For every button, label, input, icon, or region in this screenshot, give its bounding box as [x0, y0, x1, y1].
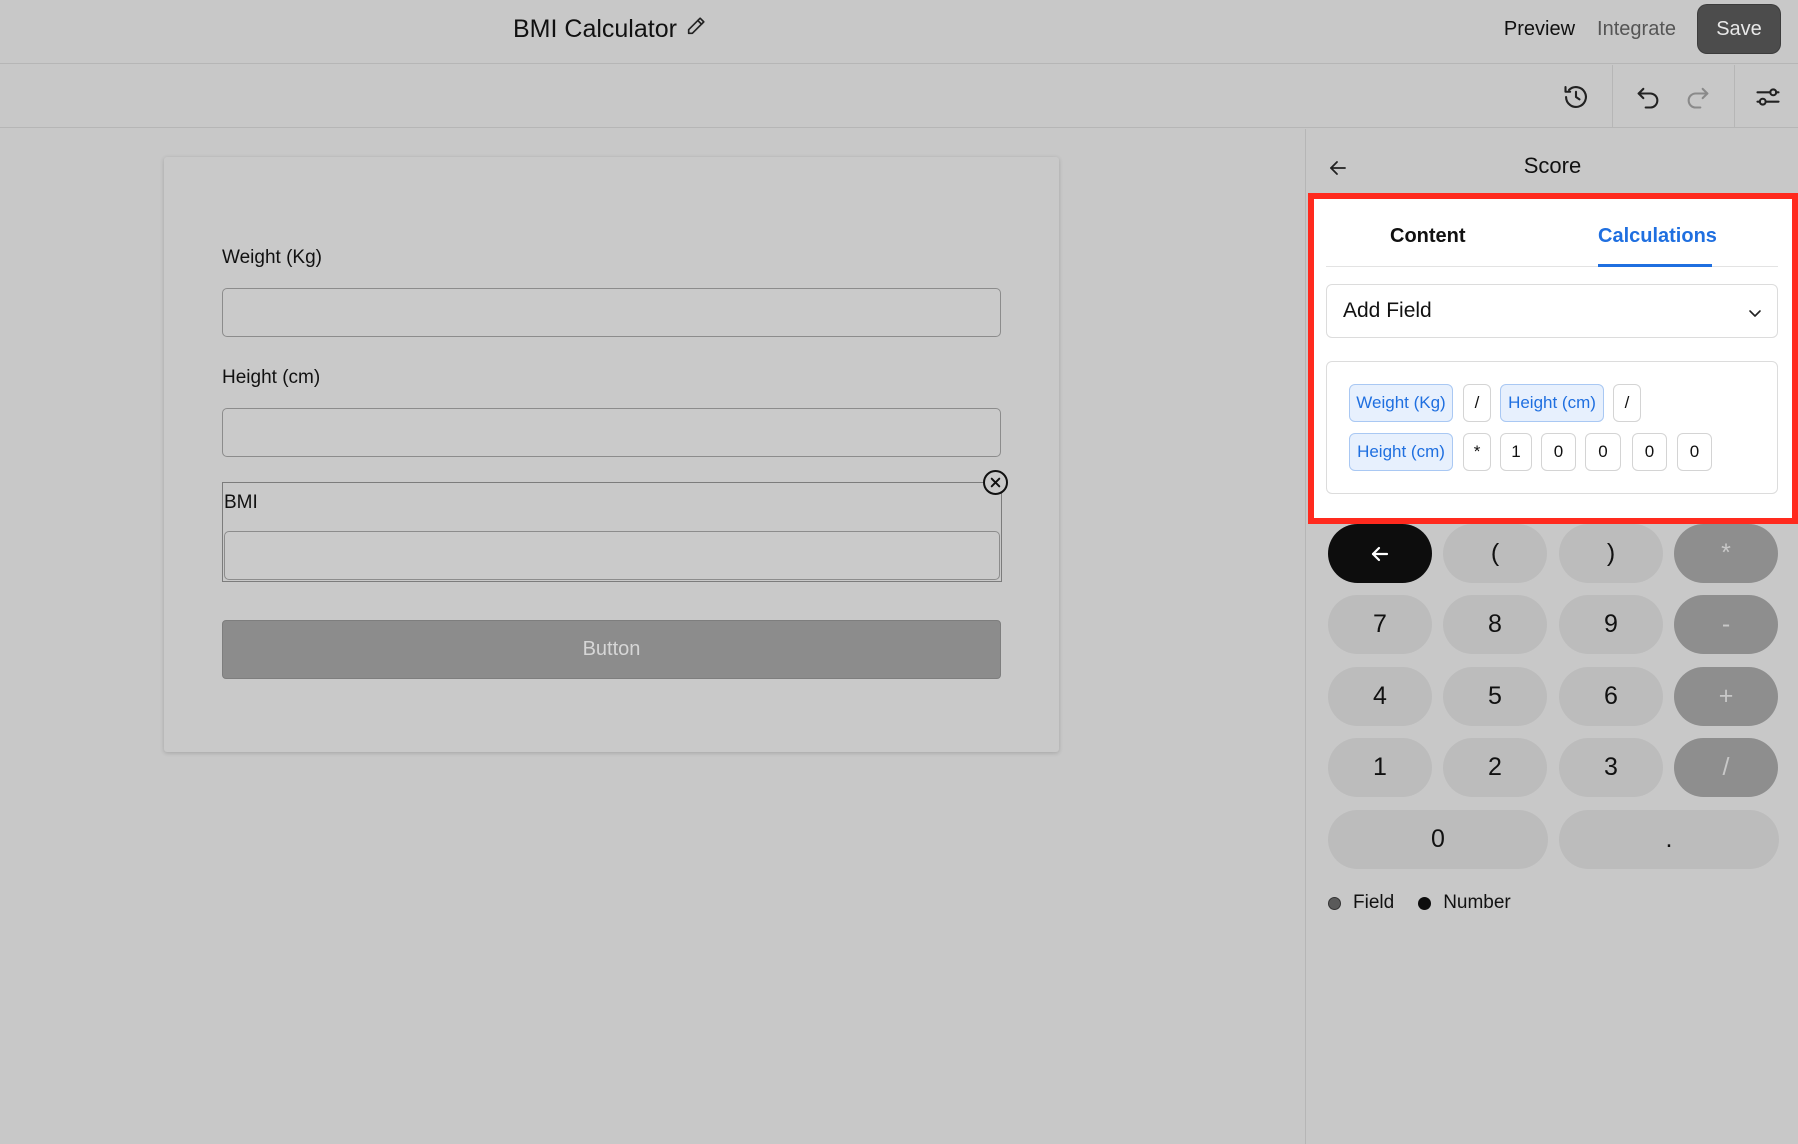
key-minus[interactable]: - [1674, 595, 1778, 654]
weight-field-label: Weight (Kg) [222, 247, 322, 268]
calculations-highlight-box: Content Calculations Add Field Weight (K… [1308, 193, 1798, 524]
formula-token-field[interactable]: Weight (Kg) [1349, 384, 1453, 422]
panel-tabs: Content Calculations [1326, 199, 1778, 267]
bmi-field-selected[interactable]: BMI [222, 482, 1002, 582]
remove-field-icon[interactable] [983, 470, 1008, 495]
top-bar: BMI Calculator Preview Integrate Save [0, 0, 1798, 64]
formula-token-number[interactable]: 0 [1677, 433, 1712, 471]
height-input[interactable] [222, 408, 1001, 457]
form-preview-card: Weight (Kg) Height (cm) BMI Button [164, 157, 1059, 752]
tab-calculations[interactable]: Calculations [1598, 225, 1717, 248]
redo-icon[interactable] [1678, 77, 1718, 117]
settings-sliders-icon[interactable] [1748, 77, 1788, 117]
key-multiply[interactable]: * [1674, 524, 1778, 583]
integrate-link[interactable]: Integrate [1597, 18, 1676, 41]
key-5[interactable]: 5 [1443, 667, 1547, 726]
key-2[interactable]: 2 [1443, 738, 1547, 797]
legend-field-label: Field [1353, 892, 1395, 913]
document-title-text: BMI Calculator [513, 14, 677, 43]
form-submit-button[interactable]: Button [222, 620, 1001, 679]
document-title[interactable]: BMI Calculator [513, 12, 707, 46]
number-dot-icon [1418, 896, 1432, 910]
formula-token-field[interactable]: Height (cm) [1500, 384, 1604, 422]
key-8[interactable]: 8 [1443, 595, 1547, 654]
key-open-paren[interactable]: ( [1443, 524, 1547, 583]
panel-title: Score [1523, 153, 1582, 178]
formula-token-operator[interactable]: / [1613, 384, 1641, 422]
bmi-input[interactable] [224, 531, 1000, 580]
add-field-label: Add Field [1343, 299, 1432, 322]
tab-content[interactable]: Content [1390, 225, 1466, 248]
weight-input[interactable] [222, 288, 1001, 337]
key-close-paren[interactable]: ) [1559, 524, 1663, 583]
undo-icon[interactable] [1628, 77, 1668, 117]
key-1[interactable]: 1 [1328, 738, 1432, 797]
formula-token-field[interactable]: Height (cm) [1349, 433, 1453, 471]
formula-token-number[interactable]: 0 [1585, 433, 1621, 471]
editor-toolbar [0, 65, 1798, 128]
key-plus[interactable]: + [1674, 667, 1778, 726]
chevron-down-icon [1749, 310, 1761, 317]
properties-panel: Score Content Calculations Add Field Wei… [1305, 129, 1798, 1144]
formula-token-number[interactable]: 0 [1541, 433, 1576, 471]
key-6[interactable]: 6 [1559, 667, 1663, 726]
bmi-field-label: BMI [224, 492, 258, 513]
formula-editor[interactable]: Weight (Kg) / Height (cm) / Height (cm) … [1326, 361, 1778, 494]
key-9[interactable]: 9 [1559, 595, 1663, 654]
formula-token-number[interactable]: 0 [1632, 433, 1667, 471]
preview-link[interactable]: Preview [1504, 18, 1575, 41]
key-7[interactable]: 7 [1328, 595, 1432, 654]
field-dot-icon [1328, 896, 1341, 910]
formula-token-number[interactable]: 1 [1500, 433, 1532, 471]
active-tab-indicator [1598, 264, 1712, 267]
toolbar-divider [1612, 65, 1613, 128]
history-icon[interactable] [1556, 77, 1596, 117]
toolbar-divider [1734, 65, 1735, 128]
add-field-dropdown[interactable]: Add Field [1326, 284, 1778, 338]
token-legend: Field Number [1328, 892, 1535, 914]
edit-pencil-icon[interactable] [685, 15, 707, 44]
key-divide[interactable]: / [1674, 738, 1778, 797]
backspace-key[interactable] [1328, 524, 1432, 583]
save-button[interactable]: Save [1698, 5, 1780, 53]
key-0[interactable]: 0 [1328, 810, 1548, 869]
formula-token-operator[interactable]: / [1463, 384, 1491, 422]
height-field-label: Height (cm) [222, 367, 321, 388]
arrow-left-icon [1371, 546, 1389, 561]
key-4[interactable]: 4 [1328, 667, 1432, 726]
formula-token-operator[interactable]: * [1463, 433, 1491, 471]
key-3[interactable]: 3 [1559, 738, 1663, 797]
key-decimal[interactable]: . [1559, 810, 1779, 869]
legend-number-label: Number [1443, 892, 1511, 913]
